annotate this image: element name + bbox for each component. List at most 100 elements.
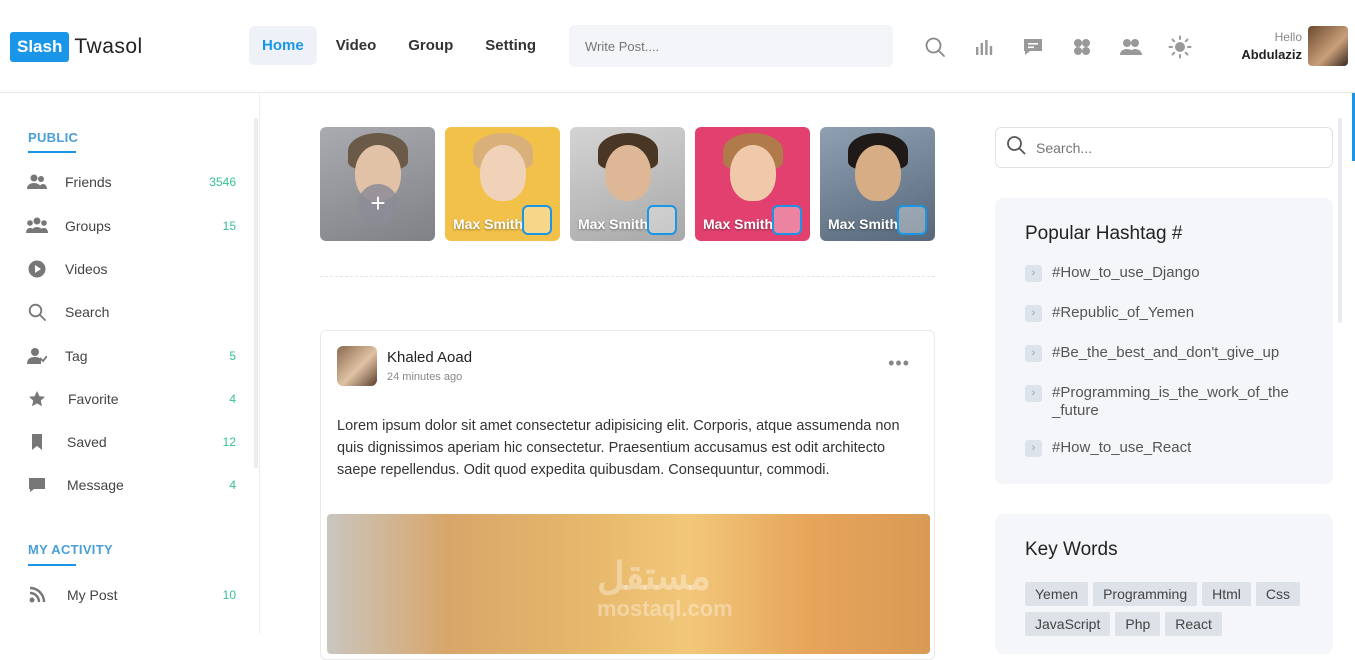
post-image[interactable]: مستقل mostaql.com — [327, 514, 930, 654]
sidebar-item-count: 10 — [222, 588, 236, 602]
activity-title-underline — [28, 564, 76, 566]
search-icon — [1006, 135, 1026, 160]
keyword-tag[interactable]: Programming — [1093, 582, 1198, 606]
message-icon[interactable] — [1019, 33, 1047, 61]
keyword-tag[interactable]: React — [1165, 612, 1222, 636]
story-name: Max Smith — [828, 216, 899, 232]
keyword-tag[interactable]: Yemen — [1025, 582, 1089, 606]
hashtag-item[interactable]: › #Republic_of_Yemen — [1025, 304, 1314, 322]
hashtag-label: #Programming_is_the_work_of_the _future — [1052, 384, 1289, 419]
sidebar-item-my-post[interactable]: My Post 10 — [26, 583, 236, 607]
sidebar-item-groups[interactable]: Groups 15 — [26, 214, 236, 238]
user-greeting: Hello — [1274, 30, 1302, 44]
hashtag-label: #Be_the_best_and_don't_give_up — [1052, 344, 1280, 361]
sidebar-item-tag[interactable]: Tag 5 — [26, 344, 236, 368]
sidebar-item-label: Tag — [65, 348, 88, 364]
activity-section-title: MY ACTIVITY — [28, 542, 113, 557]
sidebar-item-message[interactable]: Message 4 — [26, 473, 236, 497]
keyword-tag[interactable]: JavaScript — [1025, 612, 1111, 636]
sidebar-item-label: Saved — [67, 434, 107, 450]
keyword-tag[interactable]: Php — [1115, 612, 1161, 636]
story-card[interactable]: Max Smith — [820, 127, 935, 241]
hashtag-card-title: Popular Hashtag # — [1025, 223, 1183, 244]
logo-box: Slash — [10, 32, 70, 62]
logo-text: Twasol — [74, 35, 143, 58]
story-photo-face — [855, 145, 901, 201]
chevron-right-icon: › — [1025, 265, 1042, 282]
right-search-input[interactable] — [1036, 139, 1306, 156]
sidebar-item-favorite[interactable]: Favorite 4 — [26, 387, 236, 411]
chevron-right-icon: › — [1025, 345, 1042, 362]
post-author-avatar[interactable] — [337, 346, 377, 386]
sidebar-item-label: Message — [67, 477, 124, 493]
right-scrollbar[interactable] — [1338, 118, 1342, 323]
apps-icon[interactable] — [1068, 33, 1096, 61]
post-card: Khaled Aoad 24 minutes ago ••• Lorem ips… — [320, 330, 935, 660]
search-icon[interactable] — [921, 33, 949, 61]
hashtag-item[interactable]: › #Programming_is_the_work_of_the _futur… — [1025, 384, 1314, 420]
story-card[interactable]: Max Smith — [570, 127, 685, 241]
public-title-underline — [28, 151, 76, 153]
star-icon — [26, 388, 48, 410]
hashtag-label: #How_to_use_React — [1052, 439, 1192, 456]
popular-hashtag-card: Popular Hashtag # › #How_to_use_Django ›… — [995, 198, 1333, 484]
keyword-tag[interactable]: Css — [1255, 582, 1301, 606]
story-card[interactable]: Max Smith — [695, 127, 810, 241]
nav-home[interactable]: Home — [249, 26, 317, 65]
users-icon[interactable] — [1117, 33, 1145, 61]
story-card[interactable]: Max Smith — [445, 127, 560, 241]
post-author-name[interactable]: Khaled Aoad — [387, 349, 472, 366]
user-name: Abdulaziz — [1241, 47, 1302, 62]
story-avatar-thumb — [772, 205, 802, 235]
sidebar-item-search[interactable]: Search — [26, 300, 236, 324]
story-photo-face — [730, 145, 776, 201]
hashtag-item[interactable]: › #Be_the_best_and_don't_give_up — [1025, 344, 1314, 362]
post-more-button[interactable]: ••• — [888, 353, 910, 374]
stories-divider — [320, 276, 935, 277]
sidebar-scrollbar[interactable] — [254, 118, 258, 468]
user-menu[interactable]: Hello Abdulaziz — [1241, 26, 1348, 66]
post-timestamp: 24 minutes ago — [387, 371, 463, 383]
sidebar-item-label: My Post — [67, 587, 118, 603]
sidebar-item-label: Favorite — [68, 391, 119, 407]
write-post-input[interactable] — [569, 25, 893, 67]
sidebar-item-count: 12 — [222, 435, 236, 449]
sidebar-item-count: 5 — [229, 349, 236, 363]
sidebar-item-saved[interactable]: Saved 12 — [26, 430, 236, 454]
hashtag-item[interactable]: › #How_to_use_React — [1025, 439, 1314, 457]
story-add[interactable]: + — [320, 127, 435, 241]
story-photo-face — [480, 145, 526, 201]
sidebar-item-friends[interactable]: Friends 3546 — [26, 170, 236, 194]
rss-icon — [26, 584, 48, 606]
right-search-box[interactable] — [995, 127, 1333, 168]
story-avatar-thumb — [897, 205, 927, 235]
keyword-tag[interactable]: Html — [1202, 582, 1251, 606]
nav-group[interactable]: Group — [395, 26, 466, 65]
chevron-right-icon: › — [1025, 440, 1042, 457]
sidebar-item-videos[interactable]: Videos — [26, 257, 236, 281]
nav-setting[interactable]: Setting — [472, 26, 549, 65]
keywords-list: Yemen Programming Html Css JavaScript Ph… — [1025, 582, 1315, 642]
sidebar-item-count: 3546 — [209, 175, 236, 189]
sidebar-item-count: 15 — [222, 219, 236, 233]
user-text: Hello Abdulaziz — [1241, 30, 1302, 62]
nav-video[interactable]: Video — [323, 26, 390, 65]
sun-icon[interactable] — [1166, 33, 1194, 61]
stories-row: + Max Smith Max Smith Max Smith Max Smit… — [320, 127, 945, 241]
avatar[interactable] — [1308, 26, 1348, 66]
sidebar-item-count: 4 — [229, 478, 236, 492]
sidebar-item-label: Groups — [65, 218, 111, 234]
header-icons — [921, 33, 1215, 61]
play-icon — [26, 258, 48, 280]
main-nav: Home Video Group Setting — [249, 26, 555, 65]
groups-icon — [26, 215, 48, 237]
story-photo-face — [605, 145, 651, 201]
bar-chart-icon[interactable] — [970, 33, 998, 61]
chevron-right-icon: › — [1025, 305, 1042, 322]
sidebar-item-count: 4 — [229, 392, 236, 406]
keywords-card-title: Key Words — [1025, 539, 1118, 560]
logo[interactable]: Slash Twasol — [10, 32, 143, 62]
add-story-button[interactable]: + — [358, 184, 398, 224]
hashtag-item[interactable]: › #How_to_use_Django — [1025, 264, 1314, 282]
story-name: Max Smith — [703, 216, 774, 232]
